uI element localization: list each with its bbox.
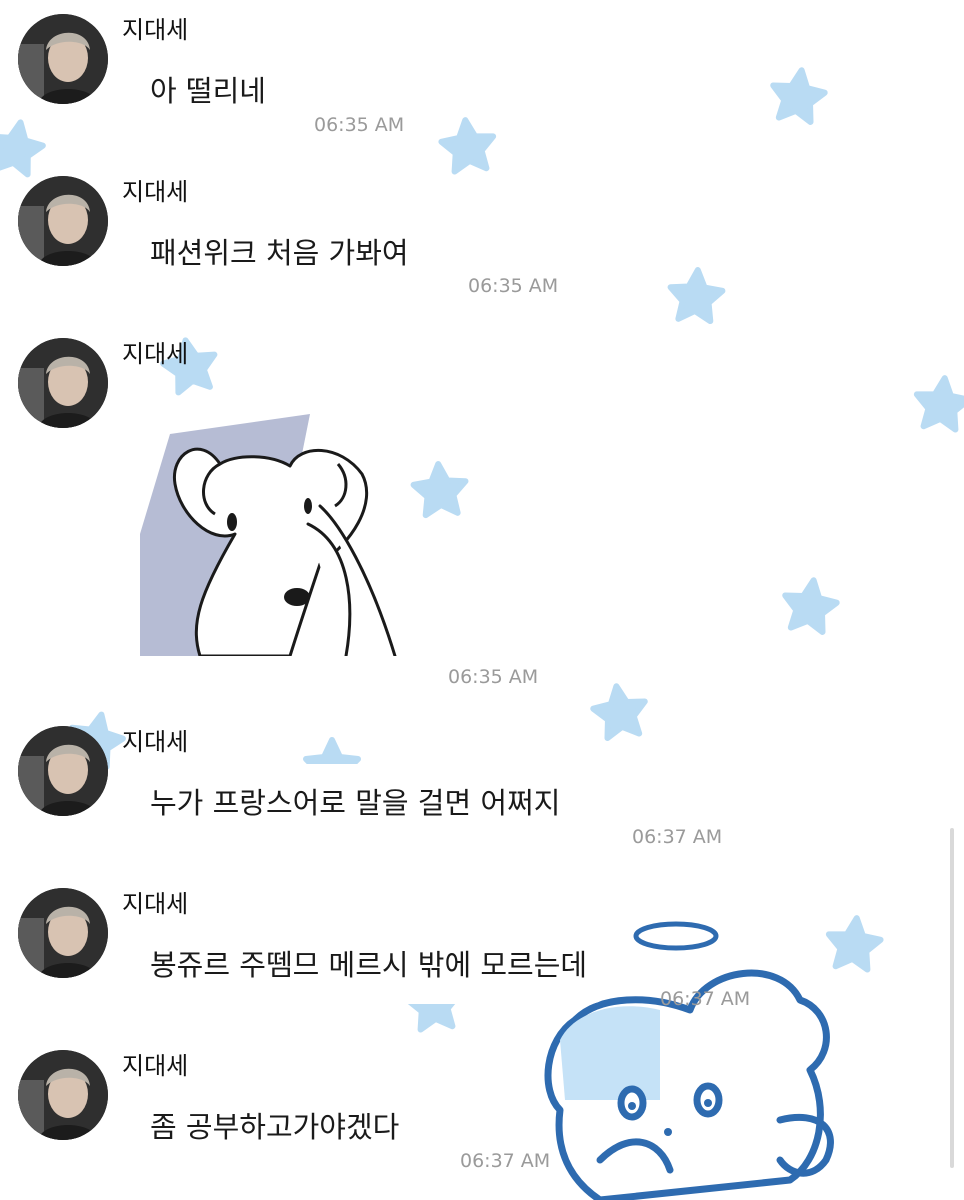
star-icon xyxy=(826,915,883,970)
message-bubble[interactable]: 봉쥬르 주뗌므 메르시 밖에 모르는데 xyxy=(124,926,614,1004)
sender-name: 지대세 xyxy=(122,340,189,368)
bear-sticker[interactable] xyxy=(140,394,400,656)
sender-name: 지대세 xyxy=(122,178,189,206)
message-bubble[interactable]: 누가 프랑스어로 말을 걸면 어쩌지 xyxy=(124,764,587,842)
avatar[interactable] xyxy=(18,338,108,428)
message-time: 06:37 AM xyxy=(660,988,751,1010)
sender-name: 지대세 xyxy=(122,890,189,918)
avatar[interactable] xyxy=(18,14,108,104)
message-bubble[interactable]: 좀 공부하고가야겠다 xyxy=(124,1088,426,1166)
star-icon xyxy=(914,375,964,430)
message-time: 06:35 AM xyxy=(448,666,539,688)
star-icon xyxy=(591,683,649,740)
message-time: 06:35 AM xyxy=(314,114,405,136)
star-icon xyxy=(668,268,723,322)
message-time: 06:37 AM xyxy=(632,826,723,848)
scrollbar[interactable] xyxy=(950,828,954,1168)
star-icon xyxy=(412,462,467,516)
star-icon xyxy=(0,118,46,176)
avatar[interactable] xyxy=(18,888,108,978)
message-time: 06:35 AM xyxy=(468,275,559,297)
sender-name: 지대세 xyxy=(122,16,189,44)
avatar[interactable] xyxy=(18,726,108,816)
message-time: 06:37 AM xyxy=(460,1150,551,1172)
star-icon xyxy=(781,577,839,634)
star-icon xyxy=(439,117,496,172)
message-bubble[interactable]: 아 떨리네 xyxy=(124,52,292,130)
avatar[interactable] xyxy=(18,176,108,266)
star-icon xyxy=(769,67,827,124)
message-bubble[interactable]: 패션위크 처음 가봐여 xyxy=(124,214,435,292)
avatar[interactable] xyxy=(18,1050,108,1140)
sender-name: 지대세 xyxy=(122,1052,189,1080)
sender-name: 지대세 xyxy=(122,728,189,756)
